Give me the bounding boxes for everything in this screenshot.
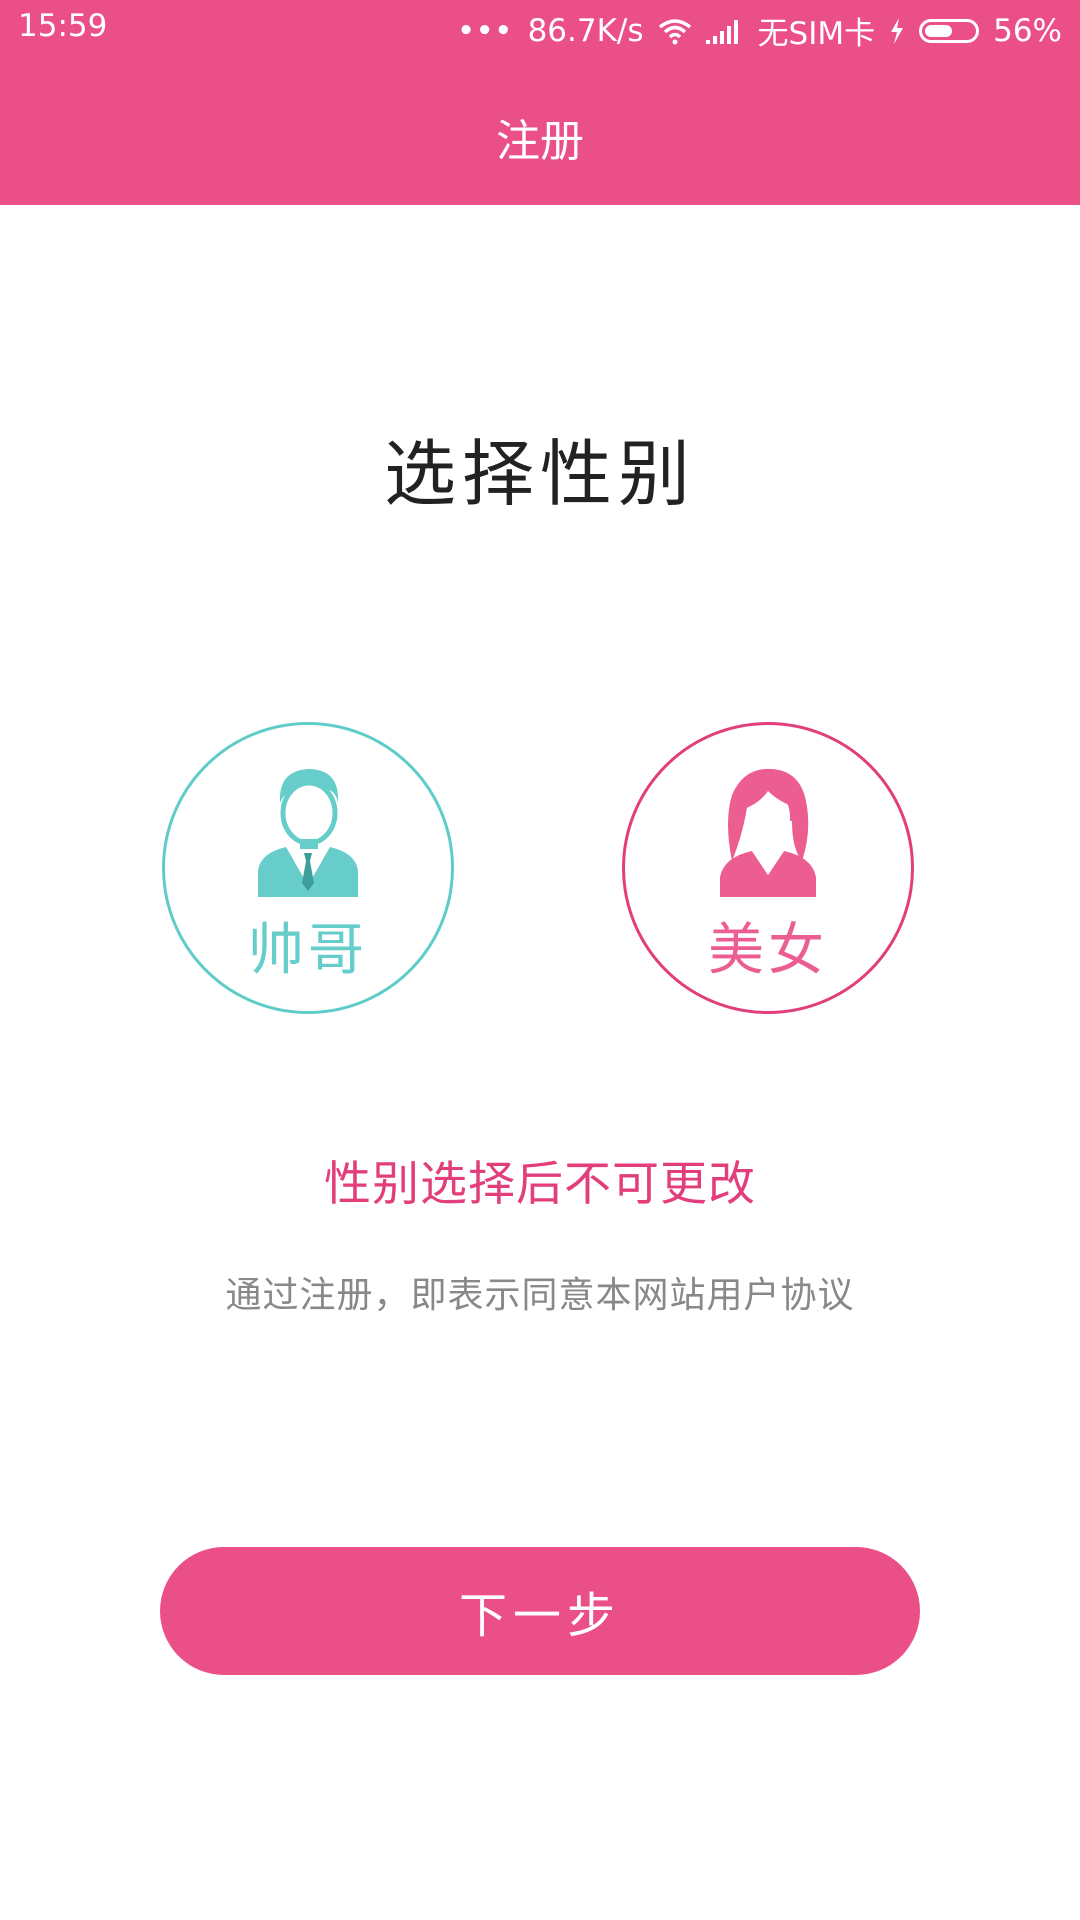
male-option[interactable]: 帅哥: [162, 722, 454, 1014]
sim-status: 无SIM卡: [757, 16, 876, 52]
top-bar: 15:59 ••• 86.7K/s 无SIM卡 56% 注册: [0, 0, 1080, 205]
charging-icon: [891, 17, 904, 44]
user-agreement-text[interactable]: 通过注册，即表示同意本网站用户协议: [0, 1266, 1080, 1318]
status-bar: 15:59 ••• 86.7K/s 无SIM卡 56%: [0, 0, 1080, 60]
registration-page: 15:59 ••• 86.7K/s 无SIM卡 56% 注册 选择性别 帅哥 美…: [0, 0, 1080, 1920]
page-title: 选择性别: [383, 432, 696, 516]
status-time: 15:59: [18, 8, 108, 44]
battery-fill: [925, 24, 953, 37]
male-label: 帅哥: [248, 918, 368, 983]
status-right: ••• 86.7K/s 无SIM卡 56%: [458, 8, 1062, 53]
battery-icon: [919, 18, 980, 43]
female-avatar-icon: [720, 768, 816, 897]
signal-icon: [705, 19, 738, 44]
gender-warning-text: 性别选择后不可更改: [324, 1157, 756, 1212]
wifi-icon: [658, 18, 691, 44]
male-avatar-icon: [258, 769, 358, 897]
next-step-button[interactable]: 下一步: [160, 1547, 920, 1675]
more-dots-icon: •••: [457, 15, 514, 46]
female-label: 美女: [708, 918, 828, 983]
battery-percent: 56%: [993, 12, 1062, 49]
header-title: 注册: [496, 116, 584, 167]
female-option[interactable]: 美女: [622, 722, 914, 1014]
network-speed: 86.7K/s: [527, 12, 644, 49]
